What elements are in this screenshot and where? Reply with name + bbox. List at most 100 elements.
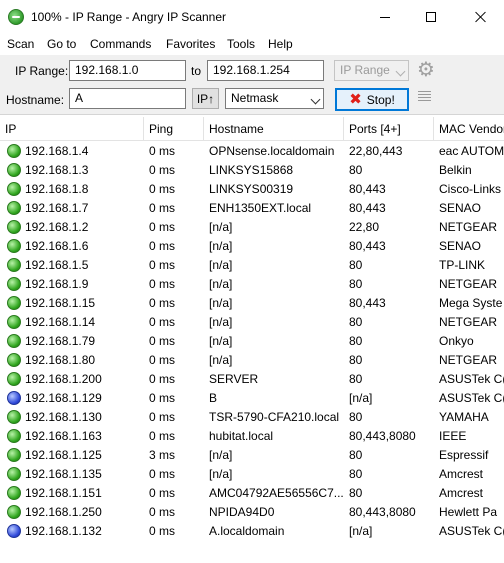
table-row[interactable]: 192.168.1.7 0 ms ENH1350EXT.local 80,443 SEN…: [0, 199, 504, 218]
feeder-select-value: IP Range: [340, 63, 390, 77]
cell-ip: 192.168.1.4: [25, 144, 89, 158]
cell-mac-vendor: IEEE: [439, 429, 467, 443]
host-alive-green-icon: [7, 182, 21, 196]
gear-icon[interactable]: ⚙: [416, 60, 436, 80]
cell-mac-vendor: NETGEAR: [439, 353, 498, 367]
ip-up-button[interactable]: IP↑: [192, 88, 219, 109]
host-alive-green-icon: [7, 220, 21, 234]
table-body: 192.168.1.4 0 ms OPNsense.localdomain 22,80…: [0, 142, 504, 541]
cell-ports: 22,80: [349, 220, 380, 234]
cell-ping: 0 ms: [149, 410, 176, 424]
host-alive-green-icon: [7, 315, 21, 329]
table-row[interactable]: 192.168.1.125 3 ms [n/a] 80 Espressif: [0, 446, 504, 465]
cell-ip: 192.168.1.129: [25, 391, 102, 405]
table-row[interactable]: 192.168.1.4 0 ms OPNsense.localdomain 22,80…: [0, 142, 504, 161]
table-row[interactable]: 192.168.1.130 0 ms TSR-5790-CFA210.local 80…: [0, 408, 504, 427]
cell-hostname: ENH1350EXT.local: [209, 201, 312, 215]
table-row[interactable]: 192.168.1.200 0 ms SERVER 80 ASUSTek C(: [0, 370, 504, 389]
table-row[interactable]: 192.168.1.15 0 ms [n/a] 80,443 Mega Syste: [0, 294, 504, 313]
cell-ports: 80,443: [349, 296, 386, 310]
columns-list-icon[interactable]: [418, 91, 431, 102]
cell-ports: 80,443,8080: [349, 505, 416, 519]
minimize-button[interactable]: [362, 0, 408, 34]
cell-ping: 0 ms: [149, 353, 176, 367]
menu-commands[interactable]: Commands: [90, 37, 151, 51]
table-row[interactable]: 192.168.1.6 0 ms [n/a] 80,443 SENAO: [0, 237, 504, 256]
cell-ports: 80,443: [349, 201, 386, 215]
table-row[interactable]: 192.168.1.135 0 ms [n/a] 80 Amcrest: [0, 465, 504, 484]
cell-hostname: [n/a]: [209, 296, 233, 310]
toolbar: IP Range: 192.168.1.0 to 192.168.1.254 I…: [0, 55, 504, 115]
hostname-input[interactable]: A: [69, 88, 186, 109]
cell-ip: 192.168.1.125: [25, 448, 102, 462]
table-row[interactable]: 192.168.1.5 0 ms [n/a] 80 TP-LINK: [0, 256, 504, 275]
cell-hostname: A.localdomain: [209, 524, 285, 538]
cell-mac-vendor: Mega Syste: [439, 296, 503, 310]
host-alive-green-icon: [7, 467, 21, 481]
table-row[interactable]: 192.168.1.9 0 ms [n/a] 80 NETGEAR: [0, 275, 504, 294]
host-alive-green-icon: [7, 201, 21, 215]
column-header-mac-vendor[interactable]: MAC Vendor: [434, 117, 504, 141]
table-row[interactable]: 192.168.1.2 0 ms [n/a] 22,80 NETGEAR: [0, 218, 504, 237]
cell-mac-vendor: Belkin: [439, 163, 472, 177]
table-row[interactable]: 192.168.1.151 0 ms AMC04792AE56556C7... 80 A…: [0, 484, 504, 503]
menu-help[interactable]: Help: [268, 37, 293, 51]
maximize-button[interactable]: [408, 0, 454, 34]
table-row[interactable]: 192.168.1.79 0 ms [n/a] 80 Onkyo: [0, 332, 504, 351]
netmask-select[interactable]: Netmask: [225, 88, 324, 109]
menu-scan[interactable]: Scan: [7, 37, 34, 51]
host-alive-green-icon: [7, 429, 21, 443]
table-row[interactable]: 192.168.1.250 0 ms NPIDA94D0 80,443,8080 Hew…: [0, 503, 504, 522]
column-header-ip[interactable]: IP: [0, 117, 144, 141]
cell-ip: 192.168.1.7: [25, 201, 89, 215]
cell-mac-vendor: NETGEAR: [439, 315, 498, 329]
cell-ports: [n/a]: [349, 524, 373, 538]
cell-ip: 192.168.1.79: [25, 334, 96, 348]
range-start-input[interactable]: 192.168.1.0: [69, 60, 186, 81]
table-row[interactable]: 192.168.1.129 0 ms B [n/a] ASUSTek C(: [0, 389, 504, 408]
cell-ping: 0 ms: [149, 277, 176, 291]
cell-ping: 0 ms: [149, 163, 176, 177]
feeder-select[interactable]: IP Range: [334, 60, 409, 81]
stop-button-label: Stop!: [366, 92, 395, 107]
column-header-ports[interactable]: Ports [4+]: [344, 117, 434, 141]
cell-mac-vendor: SENAO: [439, 239, 482, 253]
cell-ip: 192.168.1.151: [25, 486, 102, 500]
table-row[interactable]: 192.168.1.3 0 ms LINKSYS15868 80 Belkin: [0, 161, 504, 180]
close-button[interactable]: [458, 0, 504, 34]
cell-hostname: B: [209, 391, 218, 405]
column-header-ping[interactable]: Ping: [144, 117, 204, 141]
table-row[interactable]: 192.168.1.8 0 ms LINKSYS00319 80,443 Cisco-L…: [0, 180, 504, 199]
cell-ports: 80: [349, 448, 363, 462]
table-row[interactable]: 192.168.1.132 0 ms A.localdomain [n/a] ASUST…: [0, 522, 504, 541]
host-alive-green-icon: [7, 296, 21, 310]
cell-mac-vendor: Cisco-Links: [439, 182, 502, 196]
table-row[interactable]: 192.168.1.80 0 ms [n/a] 80 NETGEAR: [0, 351, 504, 370]
menu-tools[interactable]: Tools: [227, 37, 255, 51]
cell-hostname: TSR-5790-CFA210.local: [209, 410, 340, 424]
cell-hostname: AMC04792AE56556C7...: [209, 486, 344, 500]
range-end-input[interactable]: 192.168.1.254: [207, 60, 324, 81]
cell-hostname: [n/a]: [209, 315, 233, 329]
window-title: 100% - IP Range - Angry IP Scanner: [31, 10, 227, 24]
column-header-hostname[interactable]: Hostname: [204, 117, 344, 141]
table-row[interactable]: 192.168.1.163 0 ms hubitat.local 80,443,808…: [0, 427, 504, 446]
menu-favorites[interactable]: Favorites: [166, 37, 215, 51]
close-icon: [475, 11, 487, 23]
cell-ports: 80: [349, 353, 363, 367]
stop-button[interactable]: ✖ Stop!: [335, 88, 409, 111]
table-row[interactable]: 192.168.1.14 0 ms [n/a] 80 NETGEAR: [0, 313, 504, 332]
cell-hostname: SERVER: [209, 372, 259, 386]
host-alive-blue-icon: [7, 524, 21, 538]
cell-ping: 0 ms: [149, 505, 176, 519]
cell-ip: 192.168.1.15: [25, 296, 96, 310]
cell-ip: 192.168.1.6: [25, 239, 89, 253]
menu-bar: Scan Go to Commands Favorites Tools Help: [0, 34, 504, 54]
cell-ping: 0 ms: [149, 486, 176, 500]
cell-ports: 80,443,8080: [349, 429, 416, 443]
cell-ports: 80: [349, 163, 363, 177]
menu-go-to[interactable]: Go to: [47, 37, 76, 51]
host-alive-green-icon: [7, 334, 21, 348]
results-table: IP Ping Hostname Ports [4+] MAC Vendor 1…: [0, 117, 504, 563]
cell-hostname: [n/a]: [209, 334, 233, 348]
